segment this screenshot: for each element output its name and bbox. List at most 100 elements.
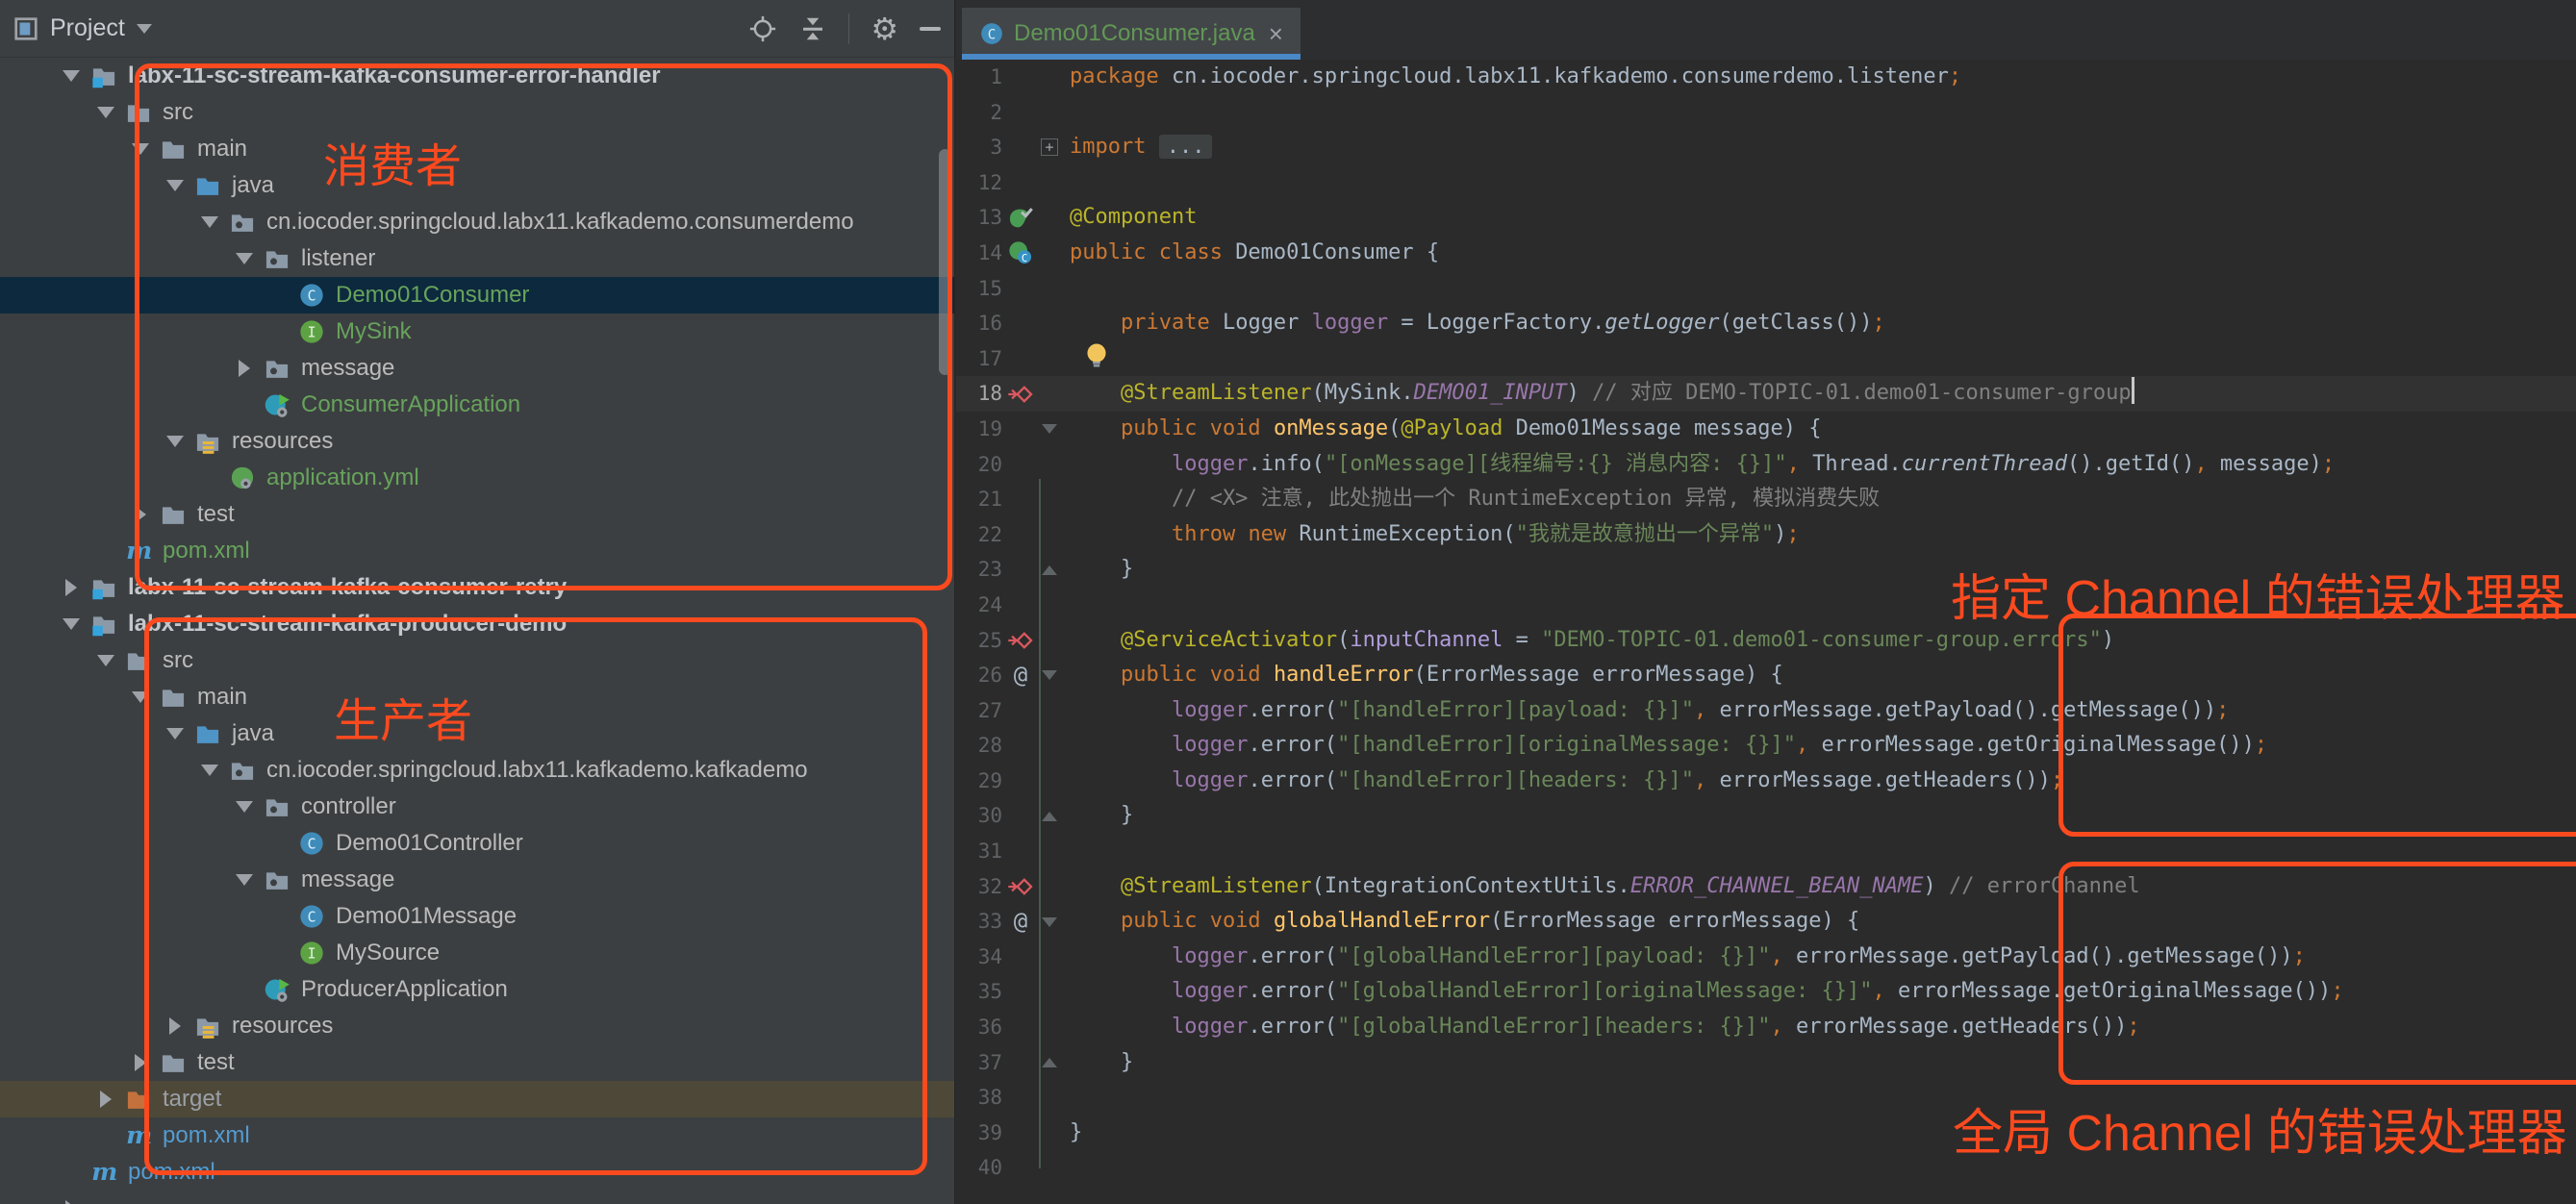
code-line-39[interactable]: 39} xyxy=(956,1116,2576,1151)
code-line-23[interactable]: 23 } xyxy=(956,552,2576,588)
chevron-expanded-icon[interactable] xyxy=(60,64,83,88)
tree-item-test[interactable]: test xyxy=(0,1044,954,1081)
code-line-20[interactable]: 20 logger.info("[onMessage][线程编号:{} 消息内容… xyxy=(956,447,2576,483)
tree-item-labx-11-sc-stream-kafka-consumer-retry[interactable]: labx-11-sc-stream-kafka-consumer-retry xyxy=(0,569,954,606)
code-line-13[interactable]: 13 @Component xyxy=(956,200,2576,236)
code-line-33[interactable]: 33 @ public void globalHandleError(ErrorM… xyxy=(956,904,2576,940)
fold-marker-close[interactable] xyxy=(1035,1045,1064,1081)
code-line-34[interactable]: 34 logger.error("[globalHandleError][pay… xyxy=(956,940,2576,975)
tree-item-resources[interactable]: resources xyxy=(0,423,954,460)
collapse-all-icon[interactable] xyxy=(798,14,827,43)
code-line-30[interactable]: 30 } xyxy=(956,798,2576,834)
message-mapping-icon[interactable] xyxy=(1006,376,1035,412)
tree-item-labx-11-sc-stream-kafka-producer-demo[interactable]: labx-11-sc-stream-kafka-producer-demo xyxy=(0,606,954,642)
tree-item-listener[interactable]: listener xyxy=(0,240,954,277)
chevron-collapsed-icon[interactable] xyxy=(129,1051,152,1074)
fold-marker-open[interactable] xyxy=(1035,904,1064,940)
code-editor[interactable]: 1 package cn.iocoder.springcloud.labx11.k… xyxy=(956,60,2576,1204)
tree-item-src[interactable]: src xyxy=(0,94,954,131)
locate-icon[interactable] xyxy=(748,14,777,43)
code-line-21[interactable]: 21 // <X> 注意, 此处抛出一个 RuntimeException 异常… xyxy=(956,482,2576,517)
intention-bulb-icon[interactable] xyxy=(1083,341,1110,381)
chevron-expanded-icon[interactable] xyxy=(164,722,187,745)
code-line-26[interactable]: 26 @ public void handleError(ErrorMessage… xyxy=(956,658,2576,693)
tree-item-demo01controller[interactable]: C Demo01Controller xyxy=(0,825,954,862)
chevron-expanded-icon[interactable] xyxy=(164,430,187,453)
tree-item-demo01message[interactable]: C Demo01Message xyxy=(0,898,954,935)
tree-item-main[interactable]: main xyxy=(0,679,954,715)
code-line-22[interactable]: 22 throw new RuntimeException("我就是故意抛出一个… xyxy=(956,517,2576,553)
code-line-29[interactable]: 29 logger.error("[handleError][headers: … xyxy=(956,764,2576,799)
tree-item-partial[interactable] xyxy=(0,1191,954,1204)
spring-bean-icon[interactable]: C xyxy=(1006,236,1035,271)
hide-panel-icon[interactable] xyxy=(920,26,941,31)
fold-marker-open[interactable] xyxy=(1035,658,1064,693)
code-line-27[interactable]: 27 logger.error("[handleError][payload: … xyxy=(956,693,2576,729)
code-line-19[interactable]: 19 public void onMessage(@Payload Demo01… xyxy=(956,412,2576,447)
code-line-15[interactable]: 15 xyxy=(956,271,2576,307)
code-line-28[interactable]: 28 logger.error("[handleError][originalM… xyxy=(956,728,2576,764)
code-line-16[interactable]: 16 private Logger logger = LoggerFactory… xyxy=(956,306,2576,341)
tree-item-pom-xml[interactable]: m pom.xml xyxy=(0,1154,954,1191)
tree-item-message[interactable]: message xyxy=(0,862,954,898)
tree-item-labx-11-sc-stream-kafka-consumer-error-handler[interactable]: labx-11-sc-stream-kafka-consumer-error-h… xyxy=(0,58,954,94)
chevron-expanded-icon[interactable] xyxy=(129,138,152,161)
tree-item-message[interactable]: message xyxy=(0,350,954,387)
code-line-14[interactable]: 14 Cpublic class Demo01Consumer { xyxy=(956,236,2576,271)
tree-item-src[interactable]: src xyxy=(0,642,954,679)
tree-item-cn-iocoder-springcloud-labx11-kafkademo-kafkademo[interactable]: cn.iocoder.springcloud.labx11.kafkademo.… xyxy=(0,752,954,789)
chevron-expanded-icon[interactable] xyxy=(198,759,221,782)
code-line-3[interactable]: 3 + import ... xyxy=(956,130,2576,165)
tree-item-mysink[interactable]: I MySink xyxy=(0,314,954,350)
chevron-expanded-icon[interactable] xyxy=(233,247,256,270)
panel-title[interactable]: Project xyxy=(50,14,125,42)
tree-item-resources[interactable]: resources xyxy=(0,1008,954,1044)
chevron-expanded-icon[interactable] xyxy=(233,795,256,818)
code-line-24[interactable]: 24 xyxy=(956,588,2576,623)
code-line-17[interactable]: 17 xyxy=(956,341,2576,377)
chevron-expanded-icon[interactable] xyxy=(164,174,187,197)
code-line-2[interactable]: 2 xyxy=(956,95,2576,131)
code-line-31[interactable]: 31 xyxy=(956,834,2576,869)
code-line-37[interactable]: 37 } xyxy=(956,1045,2576,1081)
chevron-expanded-icon[interactable] xyxy=(129,686,152,709)
chevron-collapsed-icon[interactable] xyxy=(60,1197,83,1204)
tree-item-test[interactable]: test xyxy=(0,496,954,533)
tree-item-java[interactable]: java xyxy=(0,167,954,204)
tree-item-target[interactable]: target xyxy=(0,1081,954,1117)
code-line-35[interactable]: 35 logger.error("[globalHandleError][ori… xyxy=(956,974,2576,1010)
code-line-12[interactable]: 12 xyxy=(956,165,2576,201)
fold-marker-plus[interactable]: + xyxy=(1035,130,1064,165)
code-line-18[interactable]: 18 @StreamListener(MySink.DEMO01_INPUT) … xyxy=(956,376,2576,412)
fold-marker-close[interactable] xyxy=(1035,552,1064,588)
tree-item-controller[interactable]: controller xyxy=(0,789,954,825)
message-mapping-icon[interactable] xyxy=(1006,869,1035,905)
code-line-40[interactable]: 40 xyxy=(956,1150,2576,1186)
code-line-32[interactable]: 32 @StreamListener(IntegrationContextUti… xyxy=(956,869,2576,905)
code-line-38[interactable]: 38 xyxy=(956,1080,2576,1116)
spring-ok-icon[interactable] xyxy=(1006,200,1035,236)
tree-item-consumerapplication[interactable]: ConsumerApplication xyxy=(0,387,954,423)
tree-item-main[interactable]: main xyxy=(0,131,954,167)
tree-item-mysource[interactable]: I MySource xyxy=(0,935,954,971)
fold-marker-open[interactable] xyxy=(1035,412,1064,447)
tree-item-java[interactable]: java xyxy=(0,715,954,752)
override-at-icon[interactable]: @ xyxy=(1006,904,1035,940)
message-mapping-icon[interactable] xyxy=(1006,623,1035,659)
code-line-1[interactable]: 1 package cn.iocoder.springcloud.labx11.k… xyxy=(956,60,2576,95)
tree-item-pom-xml[interactable]: m pom.xml xyxy=(0,1117,954,1154)
chevron-collapsed-icon[interactable] xyxy=(60,576,83,599)
tree-scrollbar[interactable] xyxy=(939,149,951,375)
folded-imports-chip[interactable]: ... xyxy=(1158,135,1213,160)
chevron-expanded-icon[interactable] xyxy=(233,868,256,891)
tree-item-demo01consumer[interactable]: C Demo01Consumer xyxy=(0,277,954,314)
chevron-expanded-icon[interactable] xyxy=(198,211,221,234)
chevron-expanded-icon[interactable] xyxy=(94,101,117,124)
tree-item-application-yml[interactable]: application.yml xyxy=(0,460,954,496)
chevron-down-icon[interactable] xyxy=(136,23,152,34)
chevron-collapsed-icon[interactable] xyxy=(233,357,256,380)
settings-icon[interactable]: ⚙ xyxy=(871,13,898,44)
code-line-25[interactable]: 25 @ServiceActivator(inputChannel = "DEM… xyxy=(956,623,2576,659)
code-line-36[interactable]: 36 logger.error("[globalHandleError][hea… xyxy=(956,1010,2576,1045)
tree-item-producerapplication[interactable]: ProducerApplication xyxy=(0,971,954,1008)
